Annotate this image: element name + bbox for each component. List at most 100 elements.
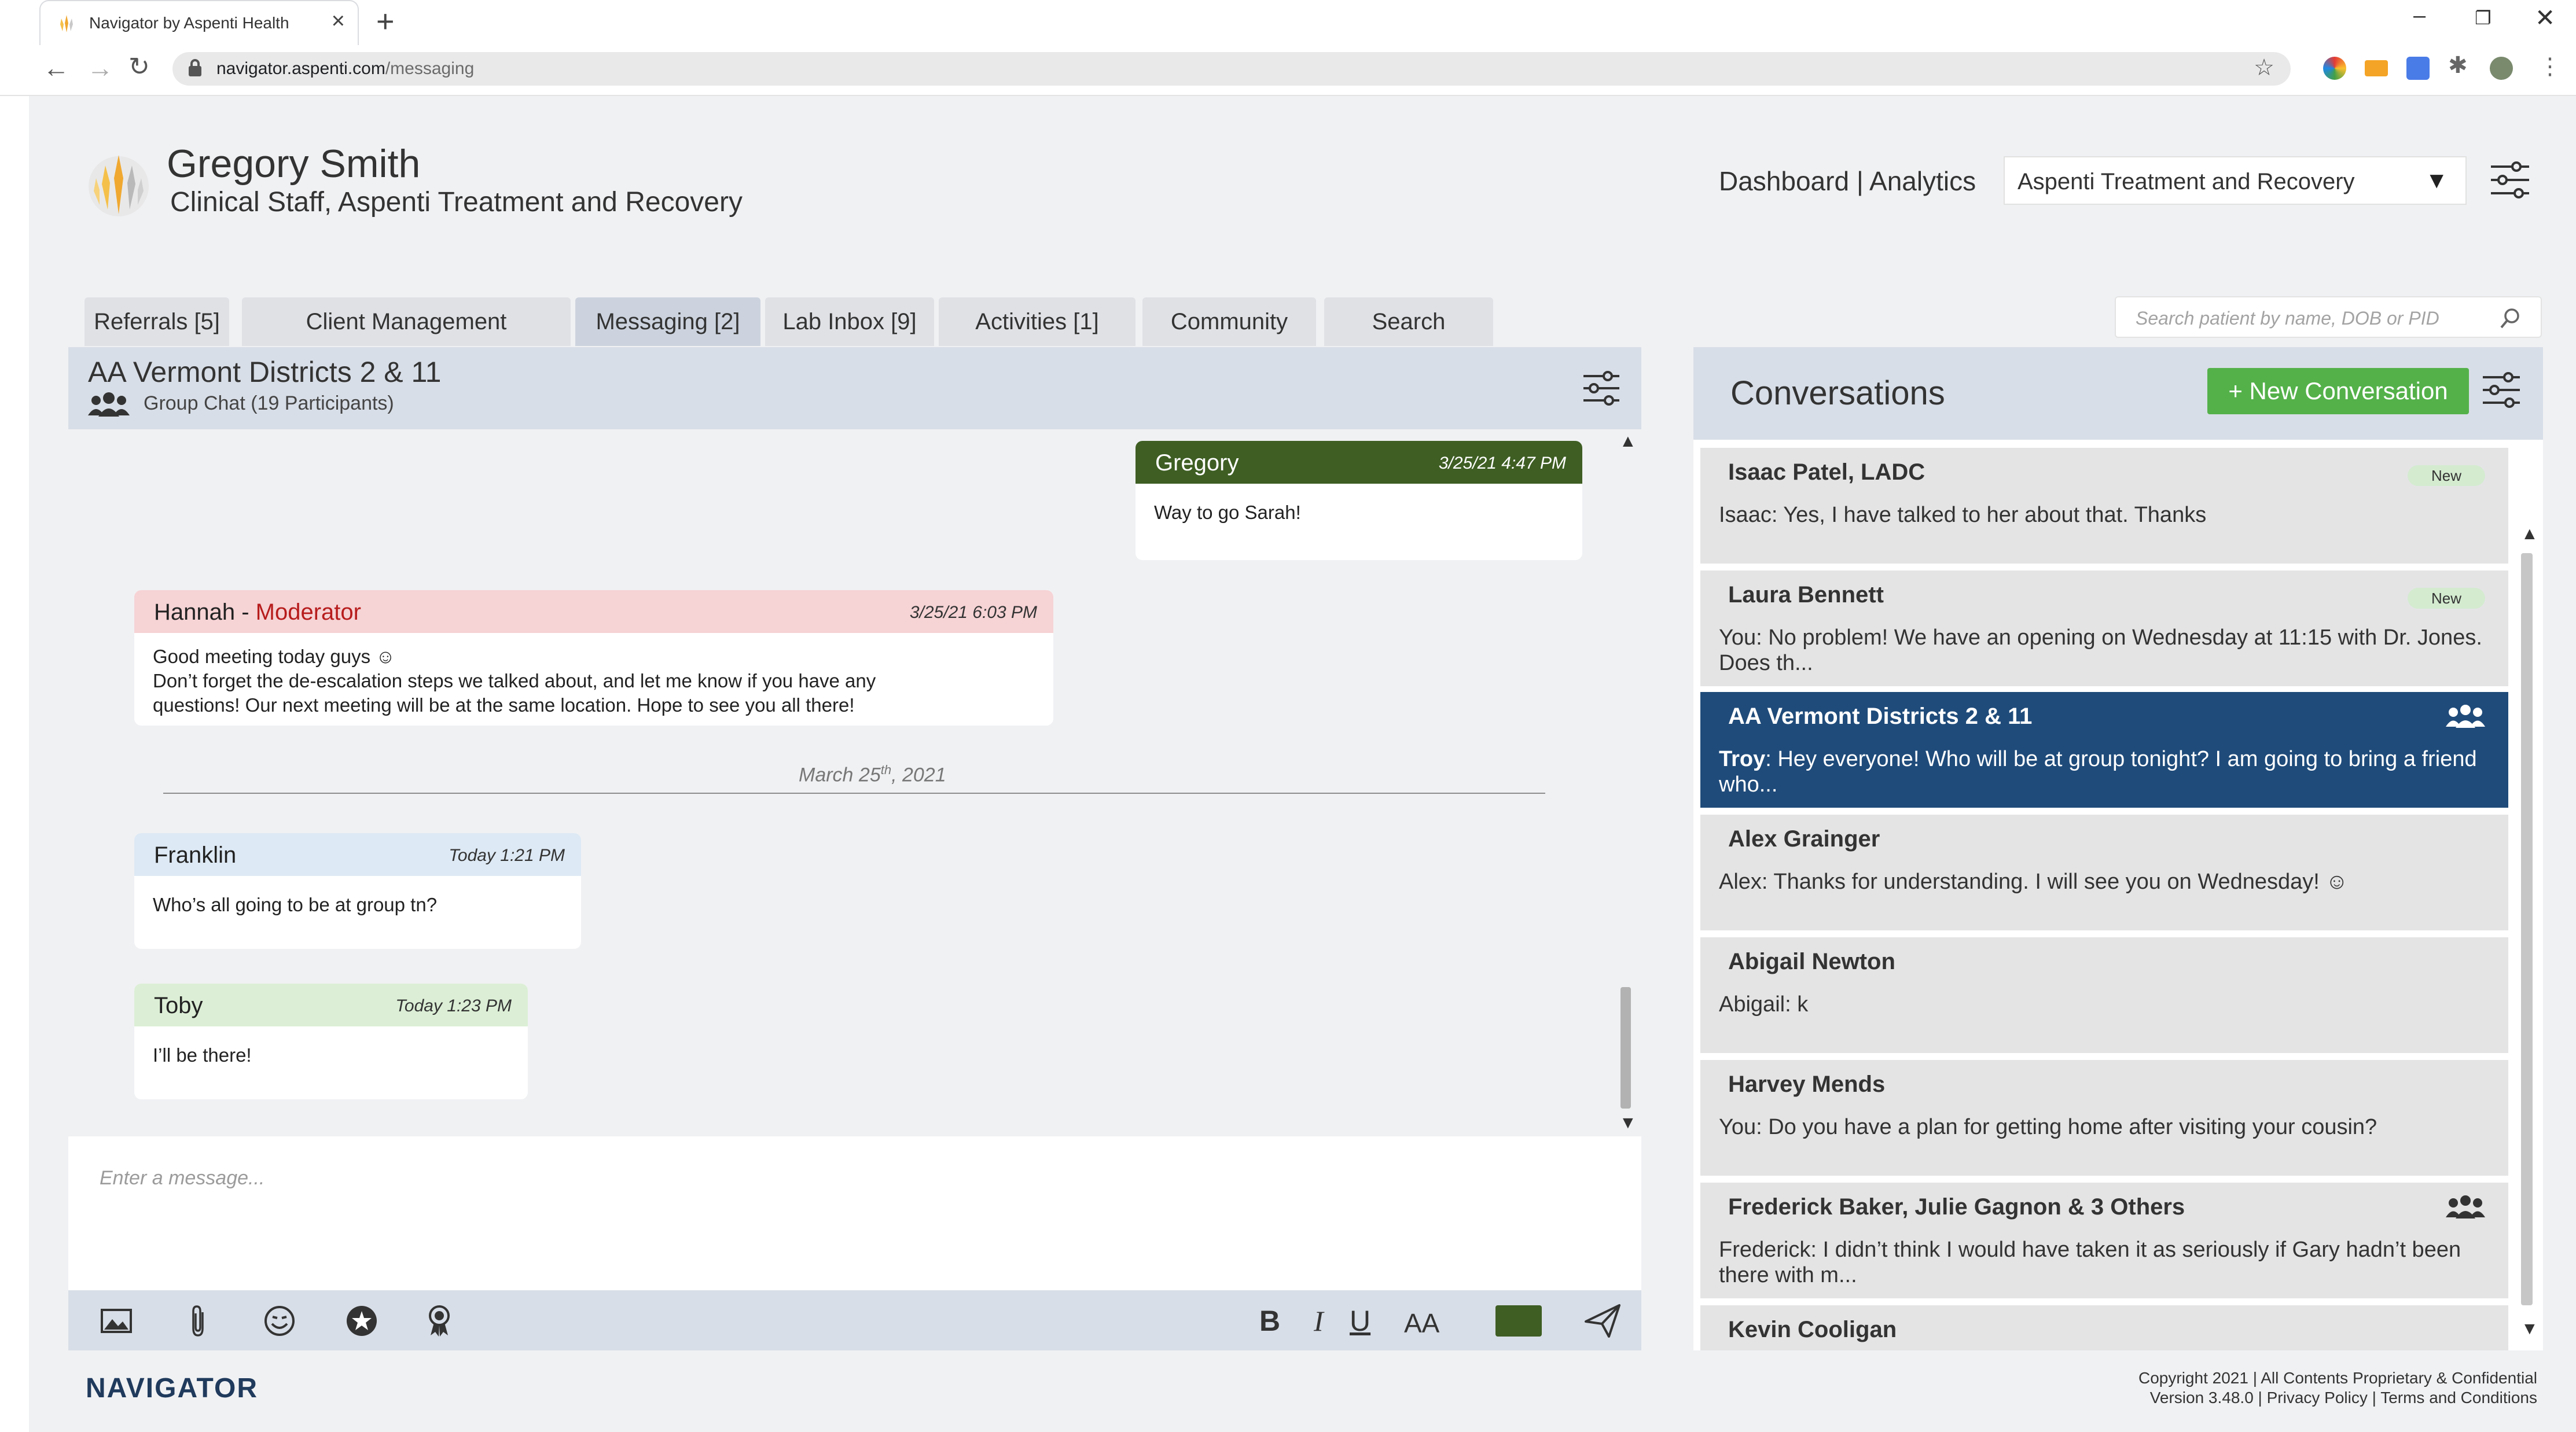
- forward-icon[interactable]: →: [87, 52, 113, 83]
- back-icon[interactable]: ←: [43, 52, 69, 83]
- message-text: Who’s all going to be at group tn?: [153, 894, 438, 915]
- tab-community[interactable]: Community: [1142, 297, 1316, 346]
- italic-button[interactable]: I: [1314, 1304, 1324, 1338]
- message-time: 3/25/21 6:03 PM: [909, 603, 1037, 622]
- scroll-down-arrow-icon[interactable]: ▼: [1619, 1113, 1637, 1133]
- conversation-name: Kevin Cooligan: [1728, 1317, 1897, 1342]
- message-time: 3/25/21 4:47 PM: [1438, 454, 1566, 473]
- organization-select[interactable]: Aspenti Treatment and Recovery ▼: [2004, 156, 2467, 205]
- tab-activities[interactable]: Activities [1]: [939, 297, 1136, 346]
- reload-icon[interactable]: ↻: [128, 52, 150, 82]
- tab-search[interactable]: Search: [1324, 297, 1493, 346]
- conversation-name: Frederick Baker, Julie Gagnon & 3 Others: [1728, 1194, 2185, 1220]
- message-text: Good meeting today guys ☺ Don’t forget t…: [153, 646, 876, 716]
- close-tab-icon[interactable]: ×: [332, 8, 345, 34]
- conversation-item[interactable]: Harvey Mends You: Do you have a plan for…: [1700, 1060, 2508, 1176]
- new-conversation-button[interactable]: + New Conversation: [2207, 368, 2469, 414]
- conversations-filter-sliders-icon[interactable]: [2481, 369, 2522, 411]
- conversation-item[interactable]: Alex Grainger Alex: Thanks for understan…: [1700, 815, 2508, 930]
- tab-referrals[interactable]: Referrals [5]: [84, 297, 229, 346]
- chat-subtitle: Group Chat (19 Participants): [144, 392, 394, 414]
- browser-menu-icon[interactable]: ⋮: [2538, 53, 2562, 80]
- chat-settings-sliders-icon[interactable]: [1581, 368, 1622, 408]
- tab-client-management[interactable]: Client Management: [242, 297, 571, 346]
- moderator-label: Moderator: [255, 599, 361, 625]
- translate-extension-icon[interactable]: [2406, 57, 2430, 80]
- address-bar[interactable]: navigator.aspenti.com/messaging ☆: [172, 52, 2291, 86]
- message-text: I’ll be there!: [153, 1044, 252, 1066]
- user-role: Clinical Staff, Aspenti Treatment and Re…: [170, 187, 743, 218]
- date-divider: [163, 793, 1545, 794]
- url-host: navigator.aspenti.com: [216, 59, 385, 78]
- search-icon[interactable]: [2498, 305, 2523, 331]
- emoji-icon[interactable]: [263, 1304, 296, 1338]
- organization-selected-value: Aspenti Treatment and Recovery: [2018, 169, 2355, 194]
- color-extension-icon[interactable]: [2323, 57, 2346, 80]
- conversation-item[interactable]: Laura Bennett New You: No problem! We ha…: [1700, 570, 2508, 686]
- conversation-item[interactable]: Abigail Newton Abigail: k: [1700, 937, 2508, 1053]
- conversation-preview: Troy: Hey everyone! Who will be at group…: [1719, 747, 2477, 797]
- conversation-item[interactable]: Isaac Patel, LADC New Isaac: Yes, I have…: [1700, 448, 2508, 564]
- send-icon[interactable]: [1583, 1302, 1622, 1340]
- profile-avatar[interactable]: [2490, 57, 2513, 80]
- conversation-item[interactable]: Kevin Cooligan: [1700, 1305, 2508, 1350]
- browser-tab[interactable]: Navigator by Aspenti Health ×: [39, 0, 359, 45]
- attachment-icon[interactable]: [182, 1304, 215, 1338]
- underline-button[interactable]: U: [1350, 1304, 1370, 1338]
- conversation-name: Isaac Patel, LADC: [1728, 459, 1925, 485]
- conversations-title: Conversations: [1730, 374, 1945, 412]
- message-time: Today 1:21 PM: [449, 846, 565, 865]
- message-sender: Hannah: [154, 599, 236, 625]
- conversation-item[interactable]: Frederick Baker, Julie Gagnon & 3 Others…: [1700, 1183, 2508, 1298]
- font-size-button[interactable]: AA: [1404, 1308, 1439, 1339]
- image-icon[interactable]: [100, 1304, 133, 1338]
- conversation-preview: Frederick: I didn’t think I would have t…: [1719, 1238, 2461, 1287]
- message-time: Today 1:23 PM: [395, 996, 512, 1015]
- text-color-swatch[interactable]: [1495, 1305, 1542, 1337]
- settings-sliders-icon[interactable]: [2489, 159, 2531, 201]
- extension-icon[interactable]: [2365, 60, 2388, 76]
- message-text: Way to go Sarah!: [1154, 502, 1301, 523]
- conversations-list: Isaac Patel, LADC New Isaac: Yes, I have…: [1693, 440, 2543, 1350]
- tab-lab-inbox[interactable]: Lab Inbox [9]: [765, 297, 934, 346]
- patient-search-input[interactable]: [2136, 305, 2483, 331]
- patient-search: [2115, 296, 2542, 338]
- group-icon: [2446, 1195, 2485, 1219]
- message-composer: [68, 1136, 1641, 1290]
- conversations-scroll-up-icon[interactable]: ▲: [2521, 524, 2538, 544]
- lock-icon: [189, 59, 201, 76]
- navigator-brand: NAVIGATOR: [86, 1373, 259, 1404]
- message-input[interactable]: [100, 1161, 1546, 1195]
- conversation-item-selected[interactable]: AA Vermont Districts 2 & 11 Troy: Hey ev…: [1700, 692, 2508, 808]
- tab-messaging[interactable]: Messaging [2]: [575, 297, 760, 346]
- group-icon: [2446, 705, 2485, 728]
- conversation-name: Abigail Newton: [1728, 949, 1895, 974]
- bookmark-star-icon[interactable]: ☆: [2254, 54, 2274, 81]
- scroll-up-arrow-icon[interactable]: ▲: [1619, 432, 1637, 451]
- message-sender: Franklin: [154, 842, 237, 868]
- group-icon: [88, 392, 130, 417]
- bold-button[interactable]: B: [1259, 1304, 1280, 1338]
- conversation-preview: Alex: Thanks for understanding. I will s…: [1719, 870, 2349, 894]
- minimize-icon[interactable]: –: [2413, 3, 2426, 28]
- award-icon[interactable]: [422, 1304, 456, 1338]
- message-scrollbar[interactable]: [1620, 987, 1631, 1109]
- extensions-puzzle-icon[interactable]: ✱: [2448, 52, 2468, 79]
- date-divider-label: March 25th, 2021: [799, 763, 946, 786]
- url-path: /messaging: [385, 59, 475, 78]
- conversation-preview: You: No problem! We have an opening on W…: [1719, 625, 2482, 675]
- window-close-icon[interactable]: ✕: [2535, 3, 2555, 32]
- aspenti-favicon: [60, 15, 73, 32]
- conversations-scroll-down-icon[interactable]: ▼: [2521, 1319, 2538, 1339]
- new-tab-icon[interactable]: +: [376, 3, 395, 39]
- restore-icon[interactable]: ❐: [2475, 7, 2492, 29]
- conversation-preview: Isaac: Yes, I have talked to her about t…: [1719, 503, 2207, 527]
- conversations-scrollbar[interactable]: [2521, 553, 2533, 1305]
- version-links[interactable]: Version 3.48.0 | Privacy Policy | Terms …: [1910, 1389, 2537, 1407]
- message-bubble: Toby Today 1:23 PM I’ll be there!: [134, 984, 528, 1099]
- star-icon[interactable]: [345, 1304, 379, 1338]
- conversation-name: Alex Grainger: [1728, 826, 1880, 852]
- dashboard-analytics-link[interactable]: Dashboard | Analytics: [1719, 165, 1976, 197]
- copyright-text: Copyright 2021 | All Contents Proprietar…: [2138, 1369, 2537, 1387]
- conversation-name: Laura Bennett: [1728, 582, 1884, 608]
